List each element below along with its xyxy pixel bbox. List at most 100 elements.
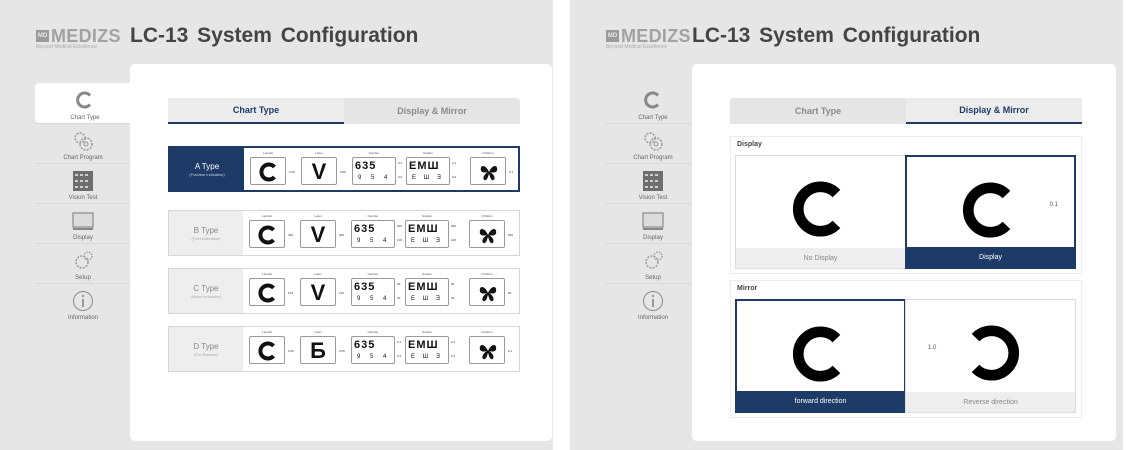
chart-type-row[interactable]: C Type (Meter Indication) Landolt 120 Le… [168,268,520,314]
mirrored-landolt-c-icon [971,325,1019,381]
number-line: 9 5 4 [358,175,392,181]
type-label: D Type (For Russian) [169,327,243,371]
sidebar-item-setup[interactable]: Setup [35,243,131,283]
chart-previews: Landolt 120 Letter V 120 Number 635 9 5 … [247,269,519,313]
landolt-c-icon [258,341,275,361]
acuity-value: 200 [451,224,457,228]
display-section: Display No Display 0.1 Display [730,136,1082,274]
sidebar-item-chart-type[interactable]: Chart Type [605,83,701,123]
landolt-c-icon [792,326,840,382]
option-label: Display [907,247,1074,267]
letter-preview: Letter Б [300,330,336,364]
chart-caption: Landolt [262,214,272,218]
sidebar-item-chart-program[interactable]: Chart Program [35,123,131,163]
snellen-line: EMШ [408,339,439,351]
number-line: 635 [354,339,376,351]
chart-previews: Landolt 400 Letter V 400 Number 635 9 5 … [247,211,519,255]
chart-caption: Children [482,151,494,155]
snellen-line: E Ш Ǝ [411,354,443,360]
acuity-value: 0.1 [509,170,514,174]
butterfly-icon [479,345,497,360]
acuity-value: 0.05 [289,170,295,174]
forward-direction-option[interactable]: forward direction [735,299,906,413]
chart-type-row[interactable]: A Type (Fraction Indication) Landolt 0.0… [168,146,520,192]
chart-caption: Number [368,151,380,155]
children-preview: Children [470,151,506,185]
acuity-value: 0.1 [397,340,402,344]
sidebar-item-label: Setup [75,275,91,281]
sidebar-item-setup[interactable]: Setup [605,243,701,283]
chart-caption: Landolt [262,272,272,276]
grid-icon [73,171,93,191]
letter-glyph: V [310,222,326,247]
sidebar-item-chart-program[interactable]: Chart Program [605,123,701,163]
tab-display-mirror[interactable]: Display & Mirror [906,98,1082,124]
sidebar-item-display[interactable]: Display [35,203,131,243]
sidebar-item-information[interactable]: Information [605,283,701,323]
acuity-value: 60 [397,282,401,286]
gear-icon [75,251,93,269]
page-title: LC-13 System Configuration [692,24,981,47]
chart-caption: Landolt [263,151,273,155]
sidebar-item-label: Information [67,315,98,321]
tab-bar: Chart Type Display & Mirror [730,98,1082,124]
chart-type-row[interactable]: B Type (Feet Indication) Landolt 400 Let… [168,210,520,256]
sidebar: Chart Type Chart Program Vision Test Dis… [605,83,701,323]
sidebar-item-label: Chart Program [63,155,103,161]
acuity-value: 0.05 [340,170,346,174]
number-line: 9 5 4 [357,296,391,302]
butterfly-icon [480,166,498,181]
acuity-value: 200 [397,224,403,228]
acuity-value: 60 [508,291,512,295]
tab-chart-type[interactable]: Chart Type [168,98,344,124]
number-preview: Number 635 9 5 4 [351,214,395,248]
chart-caption: Snellen [421,272,432,276]
sidebar-item-chart-type[interactable]: Chart Type [35,83,135,123]
display-option[interactable]: 0.1 Display [905,155,1076,269]
sidebar: Chart Type Chart Program Vision Test Dis… [35,83,135,323]
acuity-value: 0.2 [452,175,457,179]
tab-bar: Chart Type Display & Mirror [168,98,520,124]
acuity-value: 400 [339,233,345,237]
acuity-value: 0.1 [508,349,513,353]
acuity-value: 100 [397,238,403,242]
logo-name: MEDIZS [621,26,691,46]
chart-caption: Snellen [422,151,433,155]
acuity-value: 0.1 [451,340,456,344]
page-title: LC-13 System Configuration [130,24,419,47]
logo-mark: MD [606,30,619,42]
sidebar-item-vision-test[interactable]: Vision Test [605,163,701,203]
chart-type-row[interactable]: D Type (For Russian) Landolt 0.05 Letter… [168,326,520,372]
landolt-preview: Landolt [249,272,285,306]
sidebar-item-label: Chart Type [70,115,100,121]
sidebar-item-label: Setup [645,275,661,281]
acuity-value: 100 [451,238,457,242]
sidebar-item-information[interactable]: Information [35,283,131,323]
letter-preview: Letter V [300,272,336,306]
acuity-value: 120 [339,291,345,295]
snellen-line: E Ш Ǝ [412,175,444,181]
sidebar-item-vision-test[interactable]: Vision Test [35,163,131,203]
sidebar-item-display[interactable]: Display [605,203,701,243]
chart-caption: Children [481,330,493,334]
snellen-line: E Ш Ǝ [411,238,443,244]
chart-caption: Letter [314,214,322,218]
landolt-preview: Landolt [250,151,286,185]
chart-caption: Number [367,330,379,334]
logo-tagline: Beyond Medical Excellence [36,44,98,50]
reverse-direction-option[interactable]: 1.0 Reverse direction [905,299,1076,413]
type-description: (Meter Indication) [190,293,222,299]
letter-glyph: V [311,159,327,184]
chart-previews: Landolt 0.05 Letter Б 0.05 Number 635 9 … [247,327,519,371]
acuity-value: 0.2 [451,354,456,358]
acuity-value: 400 [288,233,294,237]
type-description: (Fraction Indication) [189,171,225,177]
tab-display-mirror[interactable]: Display & Mirror [344,98,520,124]
tab-chart-type[interactable]: Chart Type [730,98,906,124]
sidebar-item-label: Chart Program [633,155,673,161]
option-label: Reverse direction [906,392,1075,412]
chart-caption: Letter [315,151,323,155]
number-preview: Number 635 9 5 4 [352,151,396,185]
number-line: 635 [355,160,377,172]
no-display-option[interactable]: No Display [735,155,906,269]
